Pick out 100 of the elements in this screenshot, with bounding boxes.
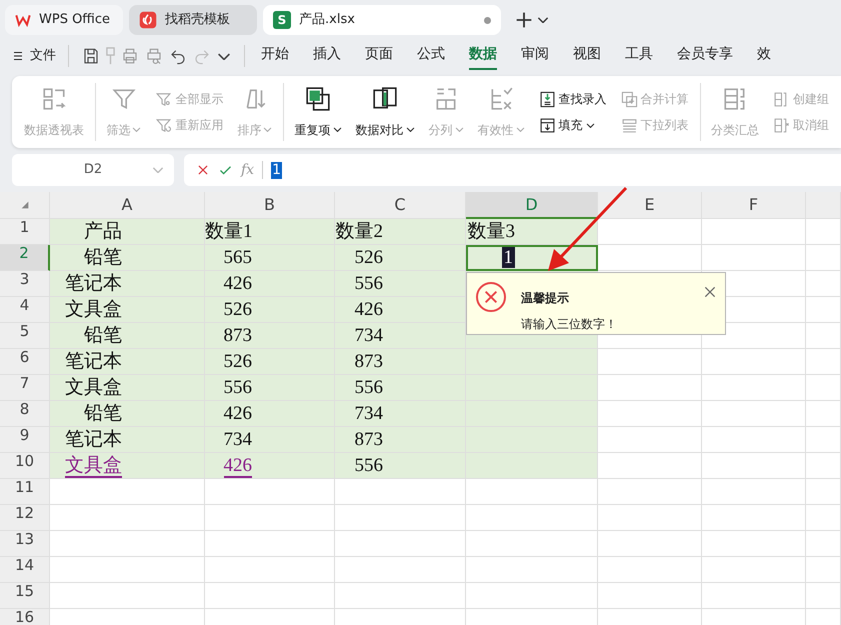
empty-cell[interactable] (205, 583, 335, 609)
empty-cell[interactable] (806, 401, 841, 427)
empty-cell[interactable] (806, 297, 841, 323)
empty-cell[interactable] (466, 557, 598, 583)
empty-cell[interactable] (335, 583, 466, 609)
formula-input[interactable]: 1 (271, 162, 282, 178)
empty-cell[interactable] (466, 479, 598, 505)
empty-cell[interactable] (806, 453, 841, 479)
row-header[interactable]: 14 (0, 557, 50, 583)
table-cell[interactable]: 426 (205, 453, 335, 479)
empty-cell[interactable] (466, 583, 598, 609)
table-cell[interactable]: 铅笔 (50, 245, 205, 271)
table-cell[interactable]: 565 (205, 245, 335, 271)
empty-cell[interactable] (806, 505, 841, 531)
column-header[interactable]: E (598, 192, 702, 219)
table-cell[interactable]: 734 (335, 401, 466, 427)
table-cell[interactable]: 1 (466, 245, 598, 271)
table-cell[interactable]: 556 (205, 375, 335, 401)
column-header[interactable]: C (335, 192, 466, 219)
column-header[interactable]: D (466, 192, 598, 219)
table-cell[interactable]: 526 (205, 297, 335, 323)
menu-tab[interactable]: 效 (757, 42, 771, 70)
row-header[interactable]: 9 (0, 427, 50, 453)
empty-cell[interactable] (702, 453, 806, 479)
row-header[interactable]: 1 (0, 219, 50, 245)
empty-cell[interactable] (335, 479, 466, 505)
empty-cell[interactable] (205, 479, 335, 505)
table-cell[interactable]: 笔记本 (50, 349, 205, 375)
column-header[interactable]: F (702, 192, 806, 219)
row-header[interactable]: 7 (0, 375, 50, 401)
select-all-button[interactable] (0, 192, 50, 219)
empty-cell[interactable] (806, 219, 841, 245)
table-cell[interactable]: 526 (335, 245, 466, 271)
column-header[interactable] (806, 192, 841, 219)
empty-cell[interactable] (806, 323, 841, 349)
empty-cell[interactable] (598, 583, 702, 609)
table-cell[interactable]: 数量3 (466, 219, 598, 245)
empty-cell[interactable] (806, 271, 841, 297)
empty-cell[interactable] (806, 531, 841, 557)
empty-cell[interactable] (702, 583, 806, 609)
empty-cell[interactable] (702, 505, 806, 531)
table-cell[interactable]: 笔记本 (50, 427, 205, 453)
table-cell[interactable]: 数量1 (205, 219, 335, 245)
table-cell[interactable]: 426 (335, 297, 466, 323)
empty-cell[interactable] (598, 557, 702, 583)
table-cell[interactable]: 734 (335, 323, 466, 349)
empty-cell[interactable] (702, 427, 806, 453)
row-header[interactable]: 8 (0, 401, 50, 427)
menu-tab[interactable]: 会员专享 (677, 42, 733, 70)
empty-cell[interactable] (806, 557, 841, 583)
empty-cell[interactable] (702, 531, 806, 557)
empty-cell[interactable] (702, 479, 806, 505)
row-header[interactable]: 13 (0, 531, 50, 557)
empty-cell[interactable] (702, 219, 806, 245)
row-header[interactable]: 4 (0, 297, 50, 323)
table-cell[interactable]: 426 (205, 401, 335, 427)
empty-cell[interactable] (205, 505, 335, 531)
name-box[interactable]: D2 (12, 154, 174, 186)
empty-cell[interactable] (806, 349, 841, 375)
table-cell[interactable]: 数量2 (335, 219, 466, 245)
row-header[interactable]: 3 (0, 271, 50, 297)
table-cell[interactable]: 556 (335, 271, 466, 297)
row-header[interactable]: 12 (0, 505, 50, 531)
ribbon-button[interactable]: 填充 (538, 116, 607, 134)
table-cell[interactable]: 556 (335, 453, 466, 479)
ribbon-button[interactable]: 查找录入 (538, 90, 607, 108)
empty-cell[interactable] (806, 375, 841, 401)
empty-cell[interactable] (702, 245, 806, 271)
menu-tab[interactable]: 工具 (625, 42, 653, 70)
empty-cell[interactable] (205, 531, 335, 557)
row-header[interactable]: 16 (0, 609, 50, 625)
row-header[interactable]: 15 (0, 583, 50, 609)
menu-tab[interactable]: 审阅 (521, 42, 549, 70)
empty-cell[interactable] (205, 557, 335, 583)
tab[interactable]: WPS Office (5, 5, 123, 35)
table-cell[interactable]: 产品 (50, 219, 205, 245)
table-cell[interactable]: 铅笔 (50, 401, 205, 427)
table-cell[interactable]: 426 (205, 271, 335, 297)
empty-cell[interactable] (466, 531, 598, 557)
menu-tab[interactable]: 公式 (417, 42, 445, 70)
table-cell[interactable]: 铅笔 (50, 323, 205, 349)
file-menu[interactable]: 文件 (10, 44, 58, 68)
tab[interactable]: S 产品.xlsx (263, 5, 501, 35)
empty-cell[interactable] (702, 349, 806, 375)
menu-tab[interactable]: 数据 (469, 42, 497, 70)
menu-tab[interactable]: 视图 (573, 42, 601, 70)
row-header[interactable]: 10 (0, 453, 50, 479)
empty-cell[interactable] (806, 479, 841, 505)
empty-cell[interactable] (806, 427, 841, 453)
ribbon-button[interactable]: 数据对比 (350, 86, 421, 138)
empty-cell[interactable] (335, 557, 466, 583)
table-cell[interactable]: 873 (335, 349, 466, 375)
row-header[interactable]: 6 (0, 349, 50, 375)
menu-tab[interactable]: 开始 (261, 42, 289, 70)
empty-cell[interactable] (806, 583, 841, 609)
table-cell[interactable]: 文具盒 (50, 297, 205, 323)
ribbon-button[interactable]: 重复项 (288, 86, 348, 138)
table-cell[interactable]: 873 (335, 427, 466, 453)
table-cell[interactable]: 笔记本 (50, 271, 205, 297)
table-cell[interactable]: 873 (205, 323, 335, 349)
